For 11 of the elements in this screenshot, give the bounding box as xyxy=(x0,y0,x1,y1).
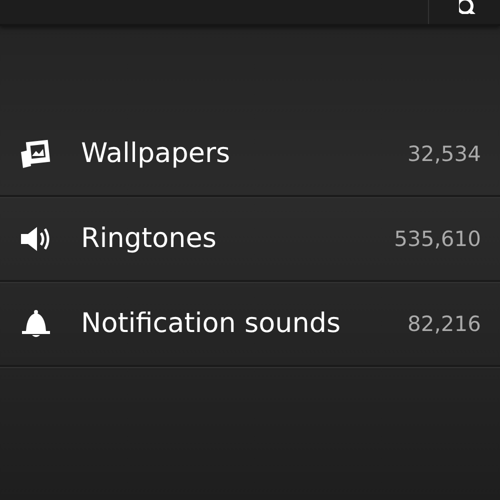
item-count: 32,534 xyxy=(408,142,481,166)
category-item[interactable]: Ringtones 535,610 xyxy=(0,197,500,282)
pictures-icon xyxy=(19,138,53,168)
category-item[interactable]: Wallpapers 32,534 xyxy=(0,112,500,197)
category-label: Wallpapers xyxy=(81,138,232,169)
category-label: Ringtones xyxy=(81,223,218,254)
item-count: 82,216 xyxy=(408,312,481,336)
item-count: 535,610 xyxy=(394,226,481,250)
category-label: Notification sounds xyxy=(81,308,342,339)
bell-icon xyxy=(19,308,53,338)
category-item[interactable]: Notification sounds 82,216 xyxy=(0,282,500,367)
